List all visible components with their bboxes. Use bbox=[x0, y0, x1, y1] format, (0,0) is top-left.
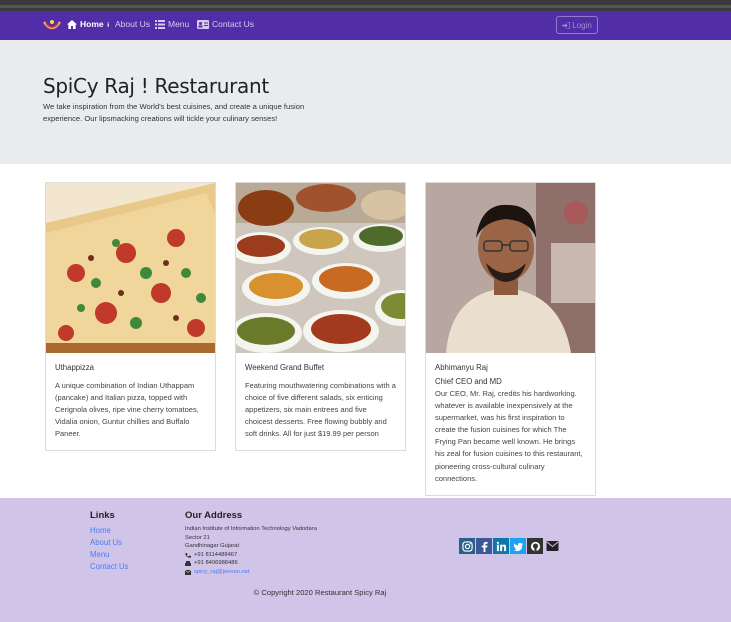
navbar: Home About Us Menu Contact Us Login bbox=[0, 11, 731, 40]
list-icon bbox=[155, 19, 165, 29]
email-row: spicy_raj@jeevan.net bbox=[185, 568, 317, 577]
nav-contact-label: Contact Us bbox=[212, 19, 255, 29]
address-heading: Our Address bbox=[185, 510, 243, 521]
footer-link-menu[interactable]: Menu bbox=[90, 549, 129, 561]
card-subtitle: Chief CEO and MD bbox=[435, 377, 502, 386]
nav-about[interactable]: About Us bbox=[107, 19, 150, 29]
phone-row: +91 8114488467 bbox=[185, 551, 317, 560]
instagram-icon[interactable] bbox=[459, 538, 475, 554]
nav-menu-label: Menu bbox=[168, 19, 190, 29]
footer-link-home[interactable]: Home bbox=[90, 525, 129, 537]
leader-card-ceo[interactable]: Abhimanyu Raj Chief CEO and MD Our CEO, … bbox=[425, 182, 596, 496]
address-line: Sector 21 bbox=[185, 534, 210, 541]
address-card-icon bbox=[197, 19, 209, 29]
nav-home-label: Home bbox=[80, 19, 104, 29]
footer: Links Home About Us Menu Contact Us Our … bbox=[0, 498, 731, 622]
weekend-buffet-image bbox=[236, 183, 405, 353]
card-text: Our CEO, Mr. Raj, credits his hardworkin… bbox=[435, 389, 583, 483]
twitter-icon[interactable] bbox=[510, 538, 526, 554]
footer-link-contact[interactable]: Contact Us bbox=[90, 561, 129, 573]
card-title: Uthappizza bbox=[55, 363, 95, 372]
card-title: Weekend Grand Buffet bbox=[245, 363, 325, 372]
info-icon bbox=[107, 21, 109, 27]
github-icon[interactable] bbox=[527, 538, 543, 554]
page-title: SpiCy Raj ! Restarurant bbox=[43, 74, 269, 98]
card-text: Featuring mouthwatering combinations wit… bbox=[245, 381, 396, 439]
address-block: Indian Institute of Information Technolo… bbox=[185, 525, 317, 577]
fax-row: +91 8406988486 bbox=[185, 559, 317, 568]
fax-number: +91 8406988486 bbox=[194, 560, 238, 567]
social-buttons bbox=[459, 538, 560, 554]
sign-in-icon bbox=[562, 21, 571, 29]
nav-menu[interactable]: Menu bbox=[155, 19, 189, 29]
linkedin-icon[interactable] bbox=[493, 538, 509, 554]
phone-number: +91 8114488467 bbox=[194, 551, 238, 558]
address-line: Gandhinagar Gujarat bbox=[185, 543, 240, 550]
card-title: Abhimanyu Raj bbox=[435, 363, 488, 372]
address-line: Indian Institute of Information Technolo… bbox=[185, 526, 317, 532]
envelope-icon bbox=[185, 569, 191, 575]
page-description: We take inspiration from the World's bes… bbox=[43, 102, 305, 123]
nav-contact[interactable]: Contact Us bbox=[197, 19, 254, 29]
footer-link-about[interactable]: About Us bbox=[90, 537, 129, 549]
phone-icon bbox=[185, 552, 191, 558]
card-text: A unique combination of Indian Uthappam … bbox=[55, 381, 199, 439]
nav-home[interactable]: Home bbox=[67, 19, 104, 29]
nav-about-label: About Us bbox=[115, 19, 150, 29]
uthappizza-image bbox=[46, 183, 215, 353]
footer-links: Home About Us Menu Contact Us bbox=[90, 525, 129, 573]
links-heading: Links bbox=[90, 510, 115, 521]
login-label: Login bbox=[572, 20, 592, 30]
home-icon bbox=[67, 19, 77, 29]
ceo-photo bbox=[426, 183, 595, 353]
restaurant-logo[interactable] bbox=[42, 17, 62, 35]
dish-card-buffet[interactable]: Weekend Grand Buffet Featuring mouthwate… bbox=[235, 182, 406, 452]
jumbotron: SpiCy Raj ! Restarurant We take inspirat… bbox=[0, 40, 731, 164]
facebook-icon[interactable] bbox=[476, 538, 492, 554]
mail-icon[interactable] bbox=[544, 538, 560, 554]
copyright: © Copyright 2020 Restaurant Spicy Raj bbox=[253, 588, 387, 597]
browser-strip bbox=[0, 0, 731, 11]
login-button[interactable]: Login bbox=[556, 16, 598, 34]
dish-card-uthappizza[interactable]: Uthappizza A unique combination of India… bbox=[45, 182, 216, 452]
fax-icon bbox=[185, 561, 191, 567]
email-link[interactable]: spicy_raj@jeevan.net bbox=[194, 568, 250, 577]
